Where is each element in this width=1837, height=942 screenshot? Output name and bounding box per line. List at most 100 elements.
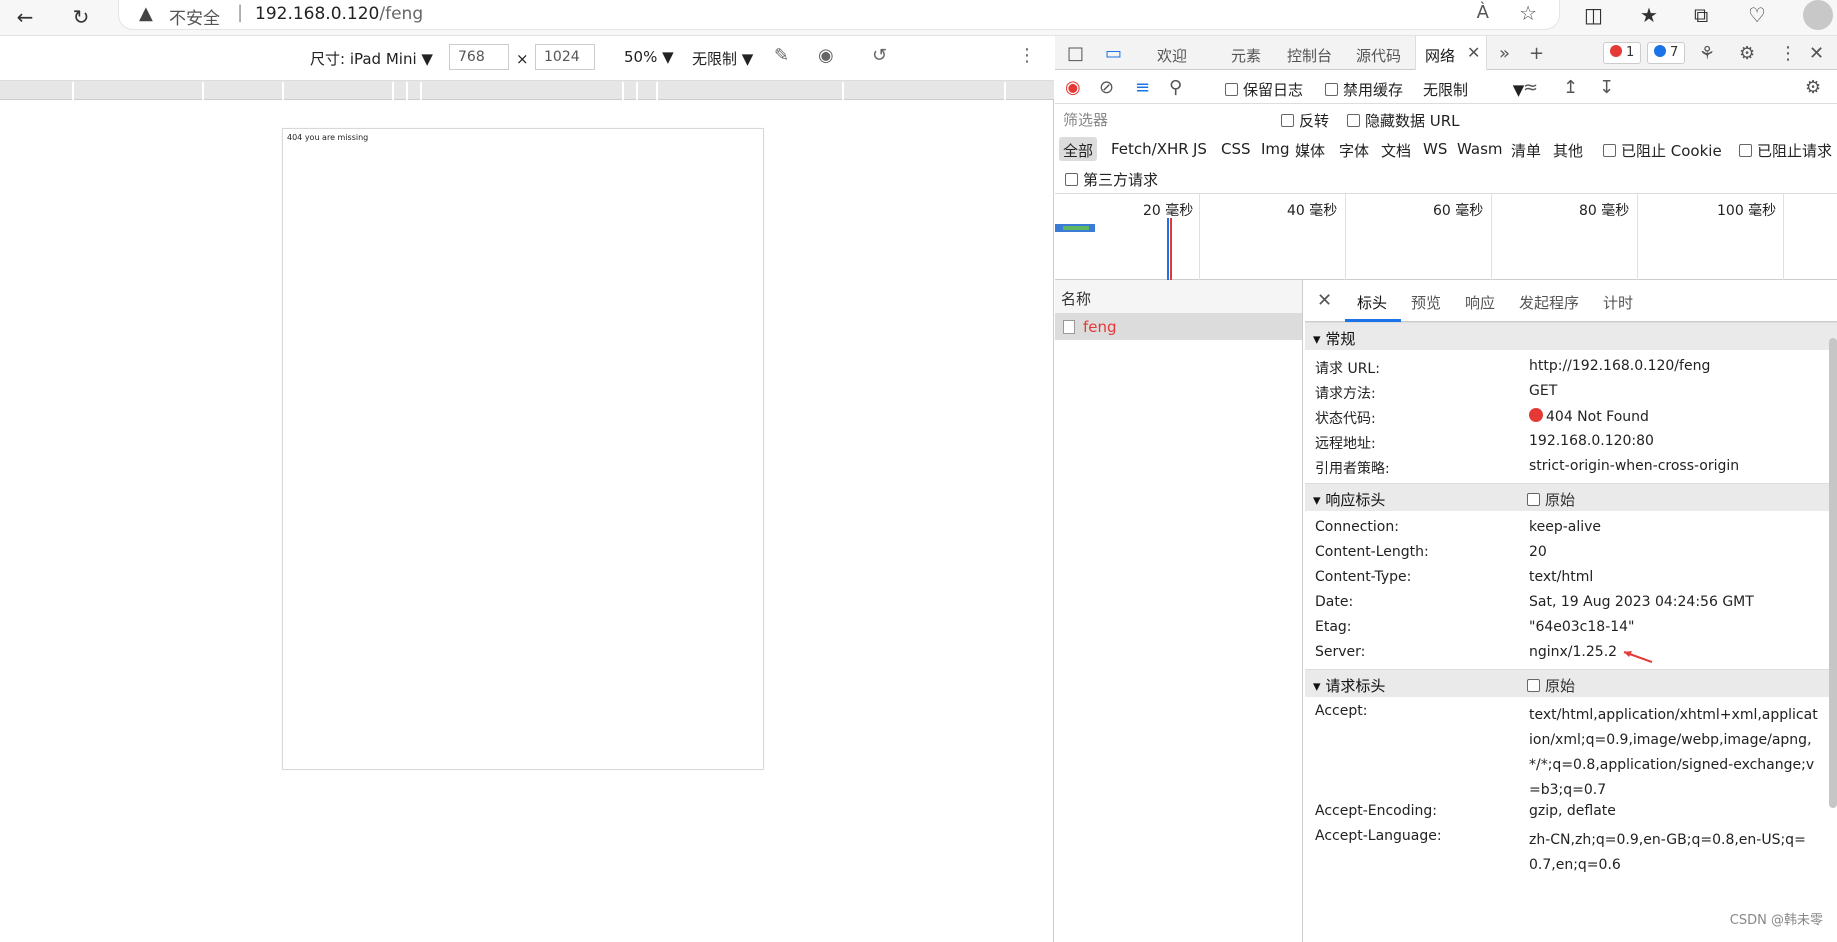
profile-avatar[interactable]: [1803, 0, 1833, 30]
type-filter-img[interactable]: Img: [1261, 140, 1290, 158]
tab-headers[interactable]: 标头: [1357, 292, 1387, 313]
network-throttle-select[interactable]: 无限制 ▼: [1423, 79, 1524, 100]
reload-icon[interactable]: ↻: [66, 2, 96, 32]
collections-icon[interactable]: ⧉: [1694, 3, 1708, 27]
tab-network[interactable]: 网络: [1425, 45, 1455, 66]
tab-console[interactable]: 控制台: [1287, 45, 1332, 66]
name-column-header[interactable]: 名称: [1055, 280, 1302, 314]
favorite-star-icon[interactable]: ☆: [1519, 1, 1537, 25]
split-screen-icon[interactable]: ◫: [1584, 3, 1603, 27]
tab-timing[interactable]: 计时: [1603, 292, 1633, 313]
status-error-icon: [1529, 408, 1543, 422]
detail-tabbar: ✕ 标头 预览 响应 发起程序 计时: [1305, 280, 1837, 322]
third-party-checkbox[interactable]: 第三方请求: [1065, 169, 1158, 190]
back-icon[interactable]: ←: [10, 2, 40, 32]
filter-input[interactable]: 筛选器: [1063, 109, 1108, 130]
throttle-select[interactable]: 无限制 ▼: [692, 48, 753, 69]
url-host: 192.168.0.120: [255, 4, 380, 24]
watermark: CSDN @韩未零: [1729, 913, 1823, 928]
type-filter-doc[interactable]: 文档: [1381, 140, 1411, 161]
settings-gear-icon[interactable]: ⚙: [1739, 43, 1755, 64]
preserve-log-checkbox[interactable]: 保留日志: [1225, 79, 1303, 100]
request-details: ✕ 标头 预览 响应 发起程序 计时 ▾ 常规 请求 URL: http://19…: [1305, 280, 1837, 942]
url-text[interactable]: 192.168.0.120/feng: [255, 4, 423, 24]
add-tab-icon[interactable]: +: [1529, 43, 1544, 64]
type-filter-media[interactable]: 媒体: [1295, 140, 1325, 161]
type-filter-other[interactable]: 其他: [1553, 140, 1583, 161]
error-badge[interactable]: 1: [1603, 42, 1642, 64]
type-filter-fetch-xhr[interactable]: Fetch/XHR: [1111, 140, 1189, 158]
import-har-icon[interactable]: ↥: [1563, 77, 1578, 98]
request-row[interactable]: feng: [1055, 314, 1302, 340]
zoom-select[interactable]: 50% ▼: [624, 48, 674, 66]
favorites-icon[interactable]: ★: [1640, 3, 1658, 27]
request-timing-bar-inner: [1063, 226, 1089, 230]
dimension-times: ×: [516, 50, 529, 68]
eyedropper-icon[interactable]: ✎: [774, 45, 789, 66]
network-conditions-icon[interactable]: ≈: [1523, 77, 1538, 98]
address-bar[interactable]: ▲ 不安全 | 192.168.0.120/feng À ☆: [118, 0, 1560, 30]
device-height-input[interactable]: 1024: [535, 44, 595, 70]
response-headers-section: Connection: keep-alive Content-Length: 20 …: [1305, 511, 1837, 669]
inspect-icon[interactable]: □: [1067, 43, 1084, 64]
devtools-panel: □ ▭ 欢迎 元素 控制台 源代码 网络 ✕ » + 1 7 ⚘ ⚙ ⋮ ✕ ◉…: [1055, 36, 1837, 942]
request-headers-section-header[interactable]: ▾ 请求标头 原始: [1305, 669, 1837, 697]
close-devtools-icon[interactable]: ✕: [1809, 43, 1824, 64]
browser-toolbar: ← ↻ ▲ 不安全 | 192.168.0.120/feng À ☆ ◫ ★ …: [0, 0, 1837, 36]
hide-data-urls-checkbox[interactable]: 隐藏数据 URL: [1347, 110, 1460, 131]
search-icon[interactable]: ⚲: [1169, 77, 1182, 98]
read-aloud-icon[interactable]: À: [1477, 2, 1489, 23]
devtools-tabbar: □ ▭ 欢迎 元素 控制台 源代码 网络 ✕ » + 1 7 ⚘ ⚙ ⋮ ✕: [1055, 36, 1837, 70]
message-badge[interactable]: 7: [1647, 42, 1686, 64]
type-filter-ws[interactable]: WS: [1423, 140, 1447, 158]
connections-icon[interactable]: ⚘: [1699, 43, 1715, 64]
close-details-icon[interactable]: ✕: [1317, 290, 1332, 311]
device-toolbar-icon[interactable]: ▭: [1105, 43, 1122, 64]
device-width-input[interactable]: 768: [449, 44, 509, 70]
type-filter-font[interactable]: 字体: [1339, 140, 1369, 161]
header-row: Accept: text/html,application/xhtml+xml,a…: [1315, 703, 1818, 798]
security-label: 不安全: [169, 9, 220, 29]
more-vertical-icon[interactable]: ⋮: [1779, 43, 1797, 64]
type-filter-js[interactable]: JS: [1193, 140, 1207, 158]
filter-icon[interactable]: ≡: [1135, 77, 1150, 98]
tab-preview[interactable]: 预览: [1411, 292, 1441, 313]
disable-cache-checkbox[interactable]: 禁用缓存: [1325, 79, 1403, 100]
general-section-header[interactable]: ▾ 常规: [1305, 322, 1837, 350]
type-filter-css[interactable]: CSS: [1221, 140, 1251, 158]
device-dimensions-select[interactable]: 尺寸: iPad Mini ▼: [310, 48, 433, 69]
timeline-label: 80 毫秒: [1579, 203, 1630, 219]
clear-icon[interactable]: ⊘: [1099, 77, 1114, 98]
device-toolbar: 尺寸: iPad Mini ▼ 768 × 1024 50% ▼ 无限制 ▼ ✎…: [0, 36, 1054, 80]
header-row: Connection: keep-alive: [1315, 519, 1602, 535]
tab-elements[interactable]: 元素: [1231, 45, 1261, 66]
invert-checkbox[interactable]: 反转: [1281, 110, 1329, 131]
tab-response[interactable]: 响应: [1465, 292, 1495, 313]
type-filter-all[interactable]: 全部: [1063, 140, 1093, 161]
close-tab-icon[interactable]: ✕: [1467, 43, 1480, 62]
browser-essentials-icon[interactable]: ♡: [1748, 3, 1766, 27]
request-raw-checkbox[interactable]: 原始: [1527, 675, 1575, 696]
tab-sources[interactable]: 源代码: [1356, 45, 1401, 66]
type-filter-wasm[interactable]: Wasm: [1457, 140, 1503, 158]
more-tabs-icon[interactable]: »: [1499, 43, 1510, 64]
response-headers-section-header[interactable]: ▾ 响应标头 原始: [1305, 483, 1837, 511]
tab-initiator[interactable]: 发起程序: [1519, 292, 1579, 313]
filter-row: 筛选器 反转 隐藏数据 URL: [1055, 104, 1837, 134]
record-stop-icon[interactable]: ◉: [1065, 77, 1081, 98]
tab-welcome[interactable]: 欢迎: [1157, 45, 1187, 66]
blocked-requests-checkbox[interactable]: 已阻止请求: [1739, 140, 1832, 161]
blocked-cookies-checkbox[interactable]: 已阻止 Cookie: [1603, 140, 1722, 161]
status-code: 404 Not Found: [1546, 409, 1649, 425]
header-row: Accept-Encoding: gzip, deflate: [1315, 803, 1616, 819]
details-scrollbar[interactable]: [1829, 338, 1837, 808]
vision-deficiency-icon[interactable]: ◉: [818, 45, 834, 66]
header-row: 请求 URL: http://192.168.0.120/feng: [1315, 358, 1711, 377]
header-row: 引用者策略: strict-origin-when-cross-origin: [1315, 458, 1740, 477]
response-raw-checkbox[interactable]: 原始: [1527, 489, 1575, 510]
more-options-icon[interactable]: ⋮: [1018, 45, 1036, 66]
export-har-icon[interactable]: ↧: [1599, 77, 1614, 98]
network-settings-icon[interactable]: ⚙: [1805, 77, 1821, 98]
type-filter-manifest[interactable]: 清单: [1511, 140, 1541, 161]
rotate-icon[interactable]: ↺: [872, 45, 887, 66]
